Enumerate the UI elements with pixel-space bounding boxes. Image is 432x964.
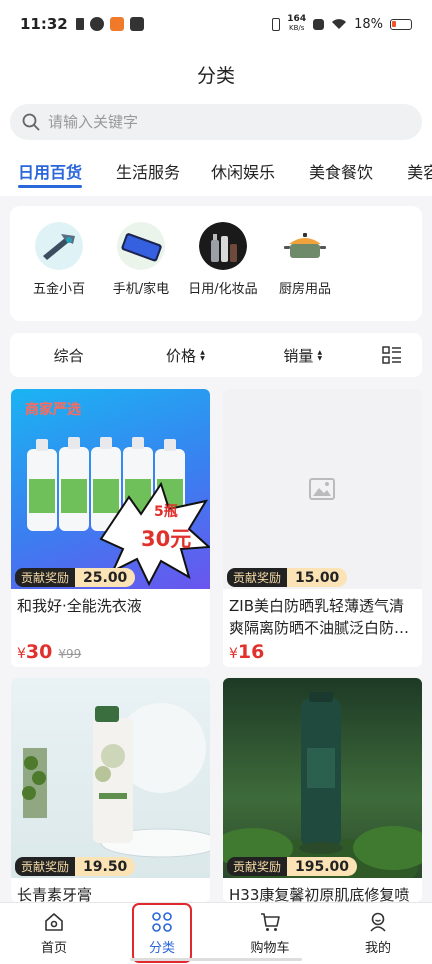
message-icon <box>129 17 144 31</box>
promo-text-large: 30元 <box>141 527 192 551</box>
product-image: 商家严选 5瓶 30元 贡献奖励 25.00 <box>11 389 210 589</box>
vibrate-icon <box>272 17 281 31</box>
wifi-icon <box>332 19 347 29</box>
product-name: H33康复馨初原肌底修复喷 <box>229 886 410 902</box>
search-input[interactable] <box>48 113 410 131</box>
nav-home[interactable]: 首页 <box>0 903 108 964</box>
app-notification-icon <box>89 17 104 31</box>
sort-arrows-icon: ▲▼ <box>199 348 206 361</box>
tab-life-services[interactable]: 生活服务 <box>116 146 180 196</box>
layout-toggle-button[interactable] <box>362 346 422 364</box>
sort-overall[interactable]: 综合 <box>10 345 127 366</box>
subcategory-card: 五金小百 手机/家电 日用/化妆品 厨房用品 <box>10 206 422 321</box>
subcategory-label: 手机/家电 <box>112 282 170 297</box>
subcategory-hardware[interactable]: 五金小百 <box>18 222 100 321</box>
reward-badge: 贡献奖励 195.00 <box>227 857 358 876</box>
sort-bar: 综合 价格 ▲▼ 销量 ▲▼ <box>10 333 422 377</box>
battery-icon <box>390 18 412 30</box>
nav-category[interactable]: 分类 <box>108 903 216 964</box>
sort-sales[interactable]: 销量 ▲▼ <box>245 345 362 366</box>
nav-label: 首页 <box>40 941 67 956</box>
nav-label: 购物车 <box>250 941 290 956</box>
subcategory-phone[interactable]: 手机/家电 <box>100 222 182 321</box>
net-speed: 164 KB/s <box>287 14 307 33</box>
product-price: ¥30 ¥99 <box>11 641 210 663</box>
reward-badge: 贡献奖励 15.00 <box>227 568 348 587</box>
search-box[interactable] <box>10 104 422 140</box>
search-icon <box>22 113 40 131</box>
product-image: 贡献奖励 19.50 <box>11 678 210 878</box>
product-image: 贡献奖励 195.00 <box>223 678 422 878</box>
app-badge-icon <box>109 17 124 31</box>
tab-beauty[interactable]: 美容 <box>407 146 432 196</box>
page-title-bar: 分类 <box>0 48 432 100</box>
home-icon <box>45 913 63 931</box>
page-title: 分类 <box>196 64 235 87</box>
list-view-icon <box>382 346 401 364</box>
current-price: ¥16 <box>229 641 265 663</box>
profile-icon <box>370 912 386 932</box>
detergent-bottles-image <box>27 437 210 587</box>
spray-bottle-image <box>223 692 422 878</box>
subcategory-kitchen[interactable]: 厨房用品 <box>264 222 346 321</box>
nav-profile[interactable]: 我的 <box>324 903 432 964</box>
sort-arrows-icon: ▲▼ <box>316 348 324 361</box>
cosmetics-icon <box>199 222 247 270</box>
tab-daily-goods[interactable]: 日用百货 <box>18 146 83 196</box>
product-image: 贡献奖励 15.00 <box>223 389 422 589</box>
reward-badge: 贡献奖励 25.00 <box>15 568 136 587</box>
bottom-nav: 首页 分类 购物车 我的 <box>0 902 432 964</box>
category-tabs: 日用百货 生活服务 休闲娱乐 美食餐饮 美容 <box>0 146 432 196</box>
nav-label: 我的 <box>364 941 391 956</box>
original-price: ¥99 <box>58 647 82 661</box>
hardware-icon <box>35 222 83 270</box>
nav-cart[interactable]: 购物车 <box>216 903 324 964</box>
phone-icon <box>117 222 165 270</box>
product-name: 长青素牙膏 <box>17 886 93 902</box>
sim-icon <box>75 18 84 30</box>
nav-label: 分类 <box>148 941 175 956</box>
image-placeholder-icon <box>309 478 335 500</box>
data-icon <box>313 18 325 30</box>
sort-price[interactable]: 价格 ▲▼ <box>127 345 244 366</box>
cart-icon <box>261 913 280 931</box>
product-card[interactable]: 贡献奖励 195.00 H33康复馨初原肌底修复喷 <box>223 678 422 902</box>
toothpaste-image <box>22 703 210 858</box>
subcategory-label: 厨房用品 <box>278 282 331 297</box>
product-name: ZIB美白防晒乳轻薄透气清爽隔离防晒不油腻泛白防… <box>229 597 410 637</box>
product-card[interactable]: 商家严选 5瓶 30元 贡献奖励 25.00 和我好·全能洗衣液 ¥30 ¥99 <box>11 389 210 667</box>
current-price: ¥30 <box>17 641 53 663</box>
pot-icon <box>281 222 329 270</box>
status-bar: 11:32 164 KB/s 18% <box>0 0 432 48</box>
home-indicator <box>130 958 302 961</box>
product-name: 和我好·全能洗衣液 <box>17 597 142 615</box>
reward-badge: 贡献奖励 19.50 <box>15 857 136 876</box>
status-time: 11:32 <box>20 15 68 33</box>
battery-percent: 18% <box>354 16 383 32</box>
promo-text-small: 5瓶 <box>154 504 178 520</box>
subcategory-label: 五金小百 <box>32 282 85 297</box>
subcategory-label: 日用/化妆品 <box>188 282 258 297</box>
product-card[interactable]: 贡献奖励 15.00 ZIB美白防晒乳轻薄透气清爽隔离防晒不油腻泛白防… ¥16 <box>223 389 422 667</box>
product-card[interactable]: 贡献奖励 19.50 长青素牙膏 <box>11 678 210 902</box>
subcategory-cosmetics[interactable]: 日用/化妆品 <box>182 222 264 321</box>
category-grid-icon <box>152 912 172 932</box>
product-price: ¥16 <box>223 641 422 663</box>
search-wrap <box>0 100 432 146</box>
tab-food-dining[interactable]: 美食餐饮 <box>309 146 373 196</box>
tab-leisure[interactable]: 休闲娱乐 <box>211 146 275 196</box>
